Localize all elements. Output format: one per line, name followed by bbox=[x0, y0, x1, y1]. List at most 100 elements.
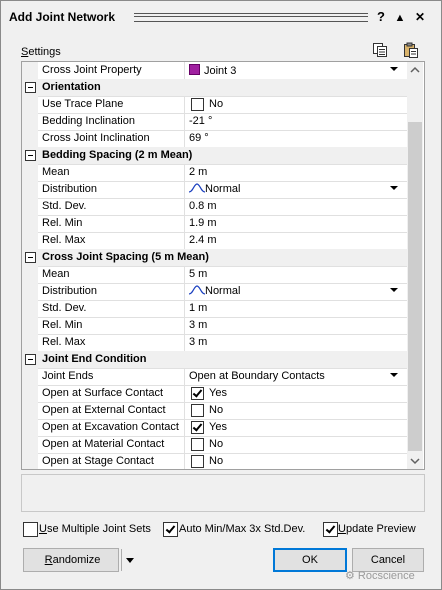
collapse-icon[interactable] bbox=[25, 150, 36, 161]
copy-icon[interactable] bbox=[372, 42, 388, 58]
category-row[interactable]: Joint End Condition bbox=[22, 351, 407, 369]
property-value: Open at Boundary Contacts bbox=[189, 370, 325, 382]
column-divider bbox=[184, 215, 185, 232]
property-row[interactable]: Open at Surface Contact Yes bbox=[22, 385, 407, 403]
property-row[interactable]: Open at Excavation Contact Yes bbox=[22, 419, 407, 437]
property-row[interactable]: Mean 5 m bbox=[22, 266, 407, 284]
property-row[interactable]: Std. Dev. 1 m bbox=[22, 300, 407, 318]
category-row[interactable]: Cross Joint Spacing (5 m Mean) bbox=[22, 249, 407, 267]
property-name: Open at Stage Contact bbox=[42, 455, 154, 467]
column-divider bbox=[184, 283, 185, 300]
scroll-down-icon[interactable] bbox=[407, 453, 423, 469]
help-button[interactable]: ? bbox=[373, 9, 389, 25]
property-row[interactable]: Cross Joint Property Joint 3 bbox=[22, 62, 407, 80]
row-gutter bbox=[22, 436, 38, 453]
property-name: Open at External Contact bbox=[42, 404, 166, 416]
property-grid[interactable]: Cross Joint Property Joint 3 Orientation Us… bbox=[21, 61, 425, 470]
column-divider bbox=[184, 96, 185, 113]
property-name: Use Trace Plane bbox=[42, 98, 124, 110]
ok-button[interactable]: OK bbox=[273, 548, 347, 572]
row-gutter bbox=[22, 232, 38, 249]
normal-curve-icon bbox=[189, 183, 205, 193]
property-row[interactable]: Open at External Contact No bbox=[22, 402, 407, 420]
row-gutter bbox=[22, 402, 38, 419]
property-row[interactable]: Open at Stage Contact No bbox=[22, 453, 407, 469]
chevron-down-icon[interactable] bbox=[126, 558, 134, 563]
use-multiple-joint-sets-checkbox[interactable] bbox=[23, 522, 38, 537]
property-value: No bbox=[209, 438, 224, 450]
property-value-field[interactable]: 69 ° bbox=[189, 132, 209, 144]
property-row[interactable]: Rel. Max 3 m bbox=[22, 334, 407, 352]
property-value: Joint 3 bbox=[204, 65, 237, 77]
category-row[interactable]: Orientation bbox=[22, 79, 407, 97]
property-row[interactable]: Rel. Min 3 m bbox=[22, 317, 407, 335]
distribution-select[interactable]: Normal bbox=[189, 183, 240, 195]
property-row[interactable]: Distribution Normal bbox=[22, 181, 407, 199]
collapse-icon[interactable] bbox=[25, 354, 36, 365]
chevron-down-icon[interactable] bbox=[390, 373, 398, 377]
property-name: Cross Joint Inclination bbox=[42, 132, 150, 144]
property-row[interactable]: Mean 2 m bbox=[22, 164, 407, 182]
joint-property-select[interactable]: Joint 3 bbox=[189, 64, 236, 77]
category-row[interactable]: Bedding Spacing (2 m Mean) bbox=[22, 147, 407, 165]
property-row[interactable]: Use Trace Plane No bbox=[22, 96, 407, 114]
property-value-field[interactable]: 1 m bbox=[189, 302, 207, 314]
property-name: Rel. Max bbox=[42, 234, 86, 246]
property-checkbox[interactable] bbox=[191, 404, 204, 417]
property-checkbox[interactable] bbox=[191, 438, 204, 451]
collapse-icon[interactable] bbox=[25, 82, 36, 93]
chevron-down-icon[interactable] bbox=[390, 186, 398, 190]
collapse-icon[interactable] bbox=[25, 252, 36, 263]
property-row[interactable]: Cross Joint Inclination 69 ° bbox=[22, 130, 407, 148]
property-row[interactable]: Bedding Inclination -21 ° bbox=[22, 113, 407, 131]
property-value: 0.8 m bbox=[189, 200, 217, 212]
category-name: Orientation bbox=[42, 81, 101, 93]
property-checkbox[interactable] bbox=[191, 455, 204, 468]
auto-minmax-checkbox[interactable] bbox=[163, 522, 178, 537]
chevron-down-icon[interactable] bbox=[390, 67, 398, 71]
property-value: Yes bbox=[209, 387, 227, 399]
property-row[interactable]: Joint Ends Open at Boundary Contacts bbox=[22, 368, 407, 386]
chevron-down-icon[interactable] bbox=[390, 288, 398, 292]
column-divider bbox=[184, 436, 185, 453]
property-row[interactable]: Open at Material Contact No bbox=[22, 436, 407, 454]
row-gutter bbox=[22, 96, 38, 113]
collapse-button[interactable]: ▲ bbox=[392, 10, 408, 26]
property-value: No bbox=[209, 404, 224, 416]
property-row[interactable]: Rel. Min 1.9 m bbox=[22, 215, 407, 233]
watermark: ⚙ Rocscience bbox=[345, 569, 415, 582]
property-value-field[interactable]: 2 m bbox=[189, 166, 207, 178]
update-preview-checkbox[interactable] bbox=[323, 522, 338, 537]
property-value-field[interactable]: 2.4 m bbox=[189, 234, 217, 246]
property-value-field[interactable]: 5 m bbox=[189, 268, 207, 280]
property-value-field[interactable]: 3 m bbox=[189, 319, 207, 331]
vertical-scrollbar[interactable] bbox=[407, 62, 423, 469]
property-checkbox[interactable] bbox=[191, 98, 204, 111]
property-value-field[interactable]: -21 ° bbox=[189, 115, 212, 127]
column-divider bbox=[184, 317, 185, 334]
randomize-button[interactable]: Randomize bbox=[23, 548, 134, 572]
property-name: Open at Material Contact bbox=[42, 438, 165, 450]
scroll-thumb[interactable] bbox=[408, 122, 422, 451]
property-checkbox[interactable] bbox=[191, 387, 204, 400]
paste-icon[interactable] bbox=[403, 42, 419, 58]
property-row[interactable]: Distribution Normal bbox=[22, 283, 407, 301]
property-value-field[interactable]: 0.8 m bbox=[189, 200, 217, 212]
property-value: 1 m bbox=[189, 302, 208, 314]
settings-label: Settings bbox=[21, 46, 61, 58]
column-divider bbox=[184, 181, 185, 198]
property-row[interactable]: Std. Dev. 0.8 m bbox=[22, 198, 407, 216]
property-row[interactable]: Rel. Max 2.4 m bbox=[22, 232, 407, 250]
title-bar[interactable]: Add Joint Network ? ▲ ✕ bbox=[1, 1, 441, 35]
property-name: Mean bbox=[42, 268, 70, 280]
property-name: Std. Dev. bbox=[42, 200, 87, 212]
property-value-field[interactable]: 1.9 m bbox=[189, 217, 217, 229]
property-checkbox[interactable] bbox=[191, 421, 204, 434]
distribution-select[interactable]: Normal bbox=[189, 285, 240, 297]
scroll-up-icon[interactable] bbox=[407, 62, 423, 78]
joint-ends-select[interactable]: Open at Boundary Contacts bbox=[189, 370, 325, 382]
property-value-field[interactable]: 3 m bbox=[189, 336, 207, 348]
property-name: Distribution bbox=[42, 285, 98, 297]
close-button[interactable]: ✕ bbox=[412, 9, 428, 25]
property-value: 2 m bbox=[189, 166, 208, 178]
